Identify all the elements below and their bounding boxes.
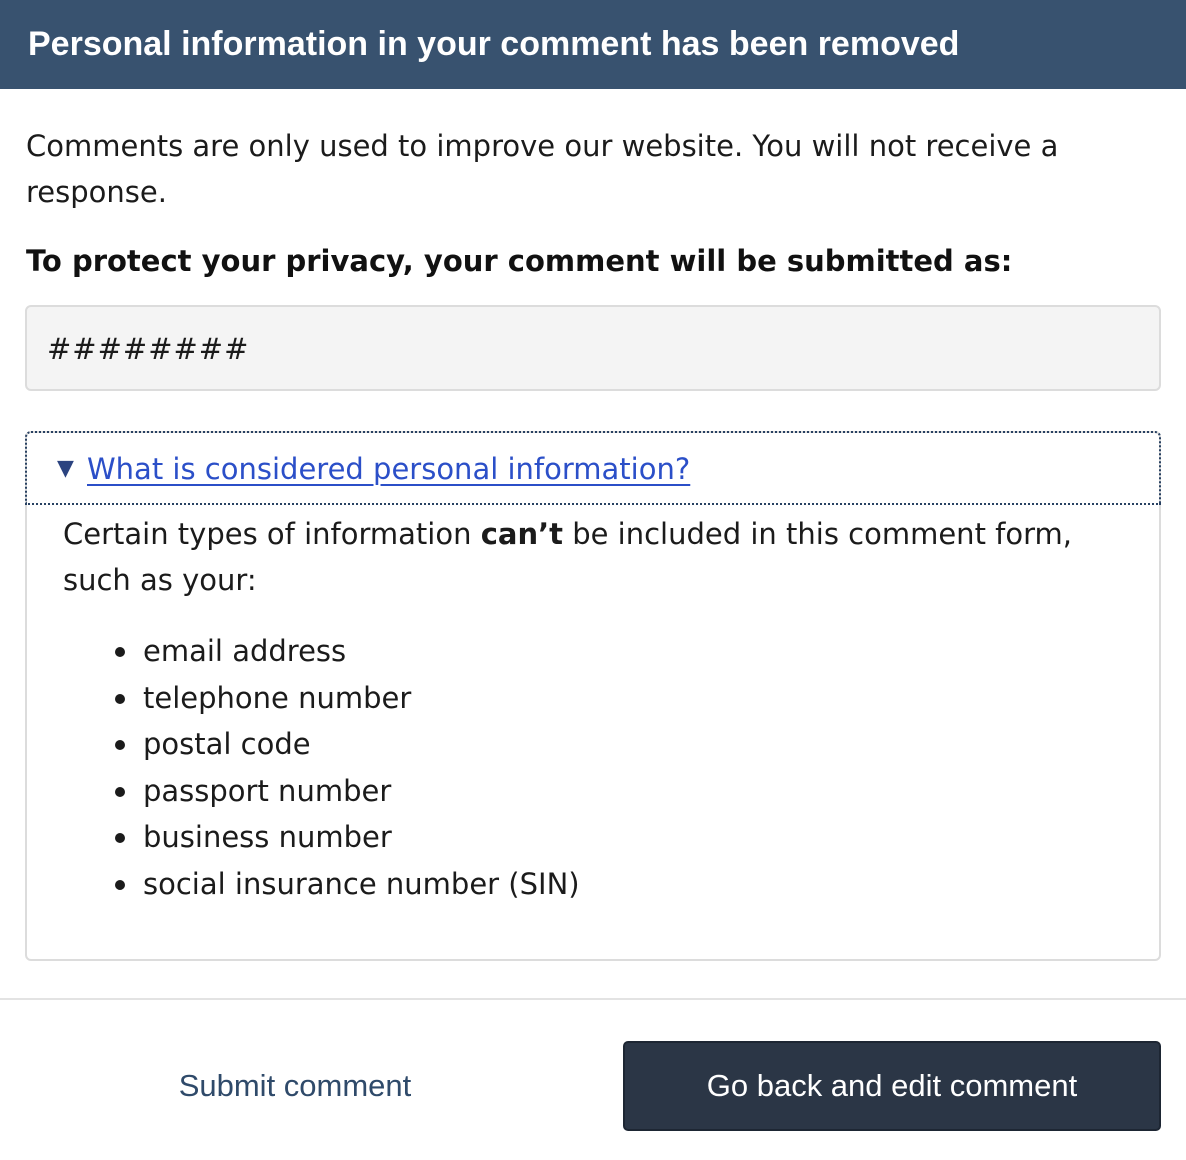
redacted-comment-text: ######## — [47, 332, 250, 366]
footer-divider — [0, 998, 1186, 1000]
dialog-header: Personal information in your comment has… — [0, 0, 1186, 89]
list-item: postal code — [113, 721, 580, 768]
details-body-text: Certain types of information can’t be in… — [63, 511, 1123, 603]
personal-info-details: ▼ What is considered personal informatio… — [25, 431, 1161, 961]
details-body-emphasis: can’t — [480, 517, 563, 551]
edit-comment-button[interactable]: Go back and edit comment — [623, 1041, 1161, 1131]
dialog-title: Personal information in your comment has… — [28, 25, 960, 63]
list-item: social insurance number (SIN) — [113, 861, 580, 908]
details-summary[interactable]: ▼ What is considered personal informatio… — [25, 431, 1161, 505]
triangle-down-icon: ▼ — [57, 456, 74, 481]
submit-comment-button[interactable]: Submit comment — [40, 1042, 550, 1130]
list-item: telephone number — [113, 675, 580, 722]
list-item: business number — [113, 814, 580, 861]
redacted-comment-box: ######## — [25, 305, 1161, 391]
details-body-before: Certain types of information — [63, 517, 481, 551]
list-item: email address — [113, 628, 580, 675]
details-summary-link[interactable]: What is considered personal information? — [87, 447, 690, 491]
personal-info-list: email address telephone number postal co… — [113, 628, 580, 908]
list-item: passport number — [113, 768, 580, 815]
privacy-label: To protect your privacy, your comment wi… — [26, 244, 1013, 278]
comment-review-dialog: Personal information in your comment has… — [0, 0, 1186, 1160]
intro-text: Comments are only used to improve our we… — [26, 129, 1059, 209]
